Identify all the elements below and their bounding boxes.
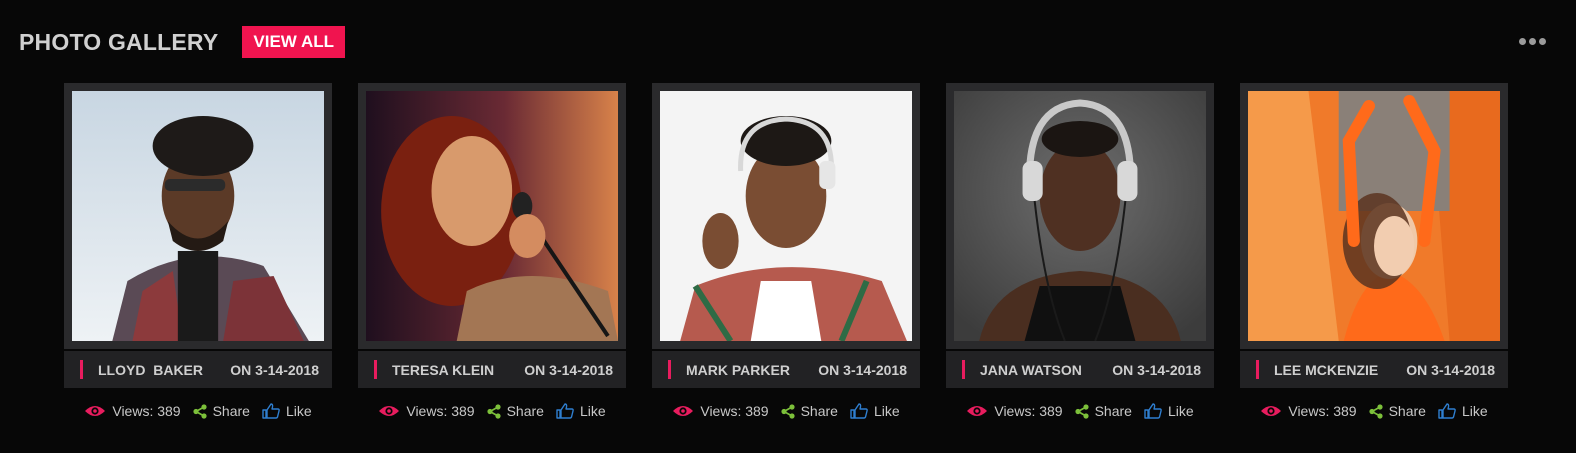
share-button[interactable]: Share (1074, 403, 1132, 419)
photo-actions: Views: 389 Share Like (1240, 388, 1508, 434)
views-count: Views: 389 (1260, 403, 1357, 419)
thumbs-up-icon (262, 403, 280, 419)
views-label: Views: 389 (406, 403, 475, 419)
share-button[interactable]: Share (780, 403, 838, 419)
share-icon (192, 403, 207, 419)
photo-date: ON 3-14-2018 (818, 361, 907, 378)
thumbs-up-icon (850, 403, 868, 419)
photo-actions: Views: 389 Share Like (652, 388, 920, 434)
photo-thumbnail[interactable] (660, 91, 912, 341)
views-count: Views: 389 (378, 403, 475, 419)
share-button[interactable]: Share (192, 403, 250, 419)
share-label: Share (1094, 403, 1132, 419)
like-label: Like (873, 403, 900, 419)
photo-author[interactable]: MARK PARKER (686, 362, 790, 378)
photo-frame (358, 83, 626, 349)
photo-thumbnail[interactable] (72, 91, 324, 341)
share-label: Share (1388, 403, 1426, 419)
views-count: Views: 389 (84, 403, 181, 419)
eye-icon (967, 406, 988, 416)
photo-actions: Views: 389 Share Like (946, 388, 1214, 434)
gallery-cards: LLOYD BAKER ON 3-14-2018 Views: 389 Shar… (64, 83, 1508, 434)
photo-date: ON 3-14-2018 (230, 361, 319, 378)
like-button[interactable]: Like (1144, 403, 1194, 419)
caption-accent-bar (668, 360, 671, 379)
views-count: Views: 389 (672, 403, 769, 419)
gallery-card: LEE MCKENZIE ON 3-14-2018 Views: 389 Sha… (1240, 83, 1508, 434)
photo-frame (64, 83, 332, 349)
share-icon (1074, 403, 1089, 419)
like-button[interactable]: Like (1438, 403, 1488, 419)
photo-frame (652, 83, 920, 349)
photo-actions: Views: 389 Share Like (358, 388, 626, 434)
views-label: Views: 389 (1288, 403, 1357, 419)
eye-icon (1261, 406, 1282, 416)
views-label: Views: 389 (994, 403, 1063, 419)
share-icon (1368, 403, 1383, 419)
gallery-card: JANA WATSON ON 3-14-2018 Views: 389 Shar… (946, 83, 1214, 434)
photo-author[interactable]: LLOYD BAKER (98, 362, 203, 378)
views-label: Views: 389 (112, 403, 181, 419)
like-button[interactable]: Like (850, 403, 900, 419)
gallery-card: LLOYD BAKER ON 3-14-2018 Views: 389 Shar… (64, 83, 332, 434)
like-label: Like (1167, 403, 1194, 419)
thumbs-up-icon (1438, 403, 1456, 419)
photo-author[interactable]: LEE MCKENZIE (1274, 362, 1378, 378)
like-button[interactable]: Like (262, 403, 312, 419)
more-dots-icon[interactable] (1519, 38, 1546, 45)
like-label: Like (1461, 403, 1488, 419)
photo-frame (1240, 83, 1508, 349)
gallery-card: TERESA KLEIN ON 3-14-2018 Views: 389 Sha… (358, 83, 626, 434)
photo-caption: TERESA KLEIN ON 3-14-2018 (358, 351, 626, 388)
gallery-card: MARK PARKER ON 3-14-2018 Views: 389 Shar… (652, 83, 920, 434)
caption-accent-bar (374, 360, 377, 379)
share-label: Share (506, 403, 544, 419)
view-all-button[interactable]: VIEW ALL (242, 26, 345, 58)
share-label: Share (800, 403, 838, 419)
caption-accent-bar (80, 360, 83, 379)
gallery-header: PHOTO GALLERY VIEW ALL (19, 26, 345, 58)
eye-icon (673, 406, 694, 416)
views-count: Views: 389 (966, 403, 1063, 419)
thumbs-up-icon (1144, 403, 1162, 419)
photo-caption: JANA WATSON ON 3-14-2018 (946, 351, 1214, 388)
views-label: Views: 389 (700, 403, 769, 419)
photo-frame (946, 83, 1214, 349)
share-icon (486, 403, 501, 419)
photo-thumbnail[interactable] (1248, 91, 1500, 341)
photo-caption: LEE MCKENZIE ON 3-14-2018 (1240, 351, 1508, 388)
like-label: Like (285, 403, 312, 419)
eye-icon (85, 406, 106, 416)
share-button[interactable]: Share (486, 403, 544, 419)
like-label: Like (579, 403, 606, 419)
photo-actions: Views: 389 Share Like (64, 388, 332, 434)
photo-author[interactable]: TERESA KLEIN (392, 362, 494, 378)
photo-date: ON 3-14-2018 (524, 361, 613, 378)
share-icon (780, 403, 795, 419)
photo-date: ON 3-14-2018 (1406, 361, 1495, 378)
section-title: PHOTO GALLERY (19, 28, 219, 55)
share-button[interactable]: Share (1368, 403, 1426, 419)
photo-thumbnail[interactable] (954, 91, 1206, 341)
like-button[interactable]: Like (556, 403, 606, 419)
photo-caption: MARK PARKER ON 3-14-2018 (652, 351, 920, 388)
share-label: Share (212, 403, 250, 419)
photo-thumbnail[interactable] (366, 91, 618, 341)
caption-accent-bar (1256, 360, 1259, 379)
photo-caption: LLOYD BAKER ON 3-14-2018 (64, 351, 332, 388)
eye-icon (379, 406, 400, 416)
photo-date: ON 3-14-2018 (1112, 361, 1201, 378)
caption-accent-bar (962, 360, 965, 379)
photo-author[interactable]: JANA WATSON (980, 362, 1082, 378)
thumbs-up-icon (556, 403, 574, 419)
